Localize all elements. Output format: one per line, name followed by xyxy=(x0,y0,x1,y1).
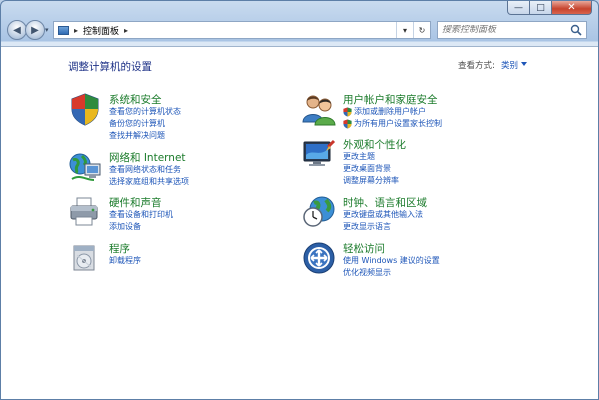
recent-pages-dropdown[interactable]: ▾ xyxy=(45,26,49,34)
breadcrumb-control-panel[interactable]: 控制面板 xyxy=(83,24,119,37)
category-title[interactable]: 用户帐户和家庭安全 xyxy=(343,92,438,107)
control-panel-icon xyxy=(58,25,69,35)
ease-of-access-icon[interactable] xyxy=(302,241,336,275)
link-screen-resolution[interactable]: 调整屏幕分辨率 xyxy=(343,175,399,186)
link-label[interactable]: 为所有用户设置家长控制 xyxy=(354,118,442,129)
link-change-keyboard[interactable]: 更改键盘或其他输入法 xyxy=(343,209,423,220)
content-pane: 调整计算机的设置 查看方式: 类别 系统和安全 查看您的计算机状态 备份您的计算… xyxy=(1,46,598,399)
category-title[interactable]: 轻松访问 xyxy=(343,241,385,256)
users-icon[interactable] xyxy=(302,92,336,126)
category-title[interactable]: 外观和个性化 xyxy=(343,137,406,152)
page-title: 调整计算机的设置 xyxy=(68,61,152,73)
title-bar[interactable]: — □ ✕ xyxy=(1,1,598,15)
link-optimize-visual-display[interactable]: 优化视频显示 xyxy=(343,267,391,278)
monitor-icon[interactable] xyxy=(302,137,336,171)
control-panel-window: — □ ✕ ◀ ▶ ▾ ▸ 控制面板 ▸ ▾ ↻ 调整计算机的设置 查 xyxy=(0,0,599,400)
minimize-button[interactable]: — xyxy=(507,1,530,15)
clock-globe-icon[interactable] xyxy=(302,195,336,229)
navigation-bar: ◀ ▶ ▾ ▸ 控制面板 ▸ ▾ ↻ xyxy=(1,18,598,44)
category-title[interactable]: 系统和安全 xyxy=(109,92,162,107)
uac-shield-icon xyxy=(343,107,352,116)
link-devices-printers[interactable]: 查看设备和打印机 xyxy=(109,209,173,220)
link-add-remove-accounts[interactable]: 添加或删除用户帐户 xyxy=(343,106,426,117)
view-by-label: 查看方式: xyxy=(458,61,495,71)
view-by-dropdown[interactable]: 类别 xyxy=(501,59,518,71)
category-title[interactable]: 网络和 Internet xyxy=(109,150,186,165)
link-homegroup[interactable]: 选择家庭组和共享选项 xyxy=(109,176,189,187)
link-backup-computer[interactable]: 备份您的计算机 xyxy=(109,118,165,129)
link-label[interactable]: 添加或删除用户帐户 xyxy=(354,106,426,117)
link-view-computer-status[interactable]: 查看您的计算机状态 xyxy=(109,106,181,117)
link-uninstall-program[interactable]: 卸载程序 xyxy=(109,255,141,266)
link-change-display-language[interactable]: 更改显示语言 xyxy=(343,221,391,232)
link-parental-controls[interactable]: 为所有用户设置家长控制 xyxy=(343,118,442,129)
caption-buttons: — □ ✕ xyxy=(507,1,592,15)
forward-button[interactable]: ▶ xyxy=(25,20,45,40)
printer-icon[interactable] xyxy=(68,195,102,229)
search-icon[interactable] xyxy=(570,24,582,36)
security-shield-icon[interactable] xyxy=(68,92,102,126)
link-network-status[interactable]: 查看网络状态和任务 xyxy=(109,164,181,175)
chevron-down-icon[interactable] xyxy=(521,62,527,66)
breadcrumb-separator[interactable]: ▸ xyxy=(74,26,78,35)
link-windows-recommended-settings[interactable]: 使用 Windows 建议的设置 xyxy=(343,255,440,266)
category-title[interactable]: 时钟、语言和区域 xyxy=(343,195,427,210)
link-add-device[interactable]: 添加设备 xyxy=(109,221,141,232)
link-desktop-background[interactable]: 更改桌面背景 xyxy=(343,163,391,174)
address-dropdown-icon[interactable]: ▾ xyxy=(396,22,413,38)
search-box[interactable] xyxy=(437,21,587,39)
network-globe-icon[interactable] xyxy=(68,150,102,184)
close-button[interactable]: ✕ xyxy=(552,1,592,15)
category-title[interactable]: 硬件和声音 xyxy=(109,195,162,210)
breadcrumb-separator[interactable]: ▸ xyxy=(124,26,128,35)
address-bar[interactable]: ▸ 控制面板 ▸ ▾ ↻ xyxy=(53,21,431,39)
search-input[interactable] xyxy=(438,25,568,35)
link-change-theme[interactable]: 更改主题 xyxy=(343,151,375,162)
link-troubleshoot[interactable]: 查找并解决问题 xyxy=(109,130,165,141)
programs-icon[interactable] xyxy=(68,241,102,275)
maximize-button[interactable]: □ xyxy=(530,1,552,15)
back-button[interactable]: ◀ xyxy=(7,20,27,40)
refresh-icon[interactable]: ↻ xyxy=(413,22,430,38)
uac-shield-icon xyxy=(343,119,352,128)
category-title[interactable]: 程序 xyxy=(109,241,130,256)
